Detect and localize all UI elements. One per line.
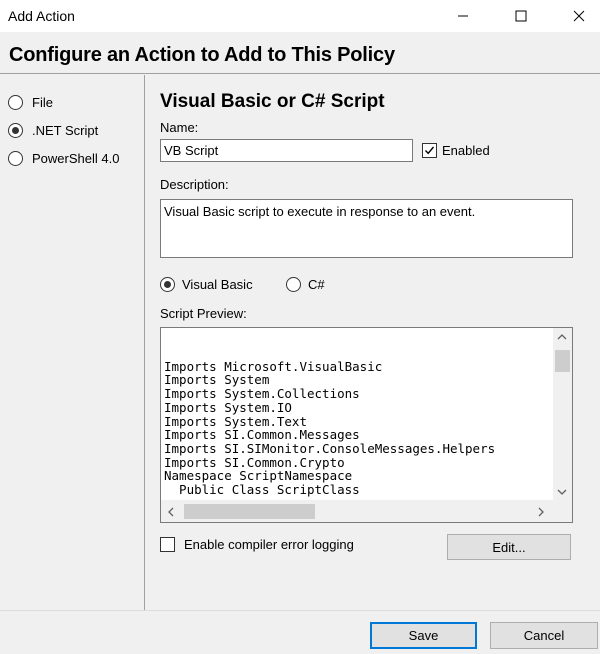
code-line: Public Class ScriptClass: [164, 482, 360, 497]
enabled-label: Enabled: [442, 143, 490, 158]
action-type-list: File .NET Script PowerShell 4.0: [0, 75, 145, 610]
dialog-header: Configure an Action to Add to This Polic…: [0, 32, 600, 74]
scrollbar-corner: [553, 500, 572, 522]
compiler-logging-toggle[interactable]: Enable compiler error logging: [160, 537, 354, 552]
section-title: Visual Basic or C# Script: [160, 91, 385, 112]
action-type-powershell[interactable]: PowerShell 4.0: [8, 151, 119, 166]
vertical-scrollbar[interactable]: [553, 328, 572, 500]
minimize-icon: [458, 15, 468, 17]
compiler-logging-label: Enable compiler error logging: [184, 537, 354, 552]
script-preview-label: Script Preview:: [160, 306, 247, 321]
enabled-checkbox[interactable]: [422, 143, 437, 158]
close-icon: [573, 10, 585, 22]
code-line: Imports SI.Common.Crypto: [164, 454, 345, 470]
language-label: Visual Basic: [182, 277, 253, 292]
language-visual-basic[interactable]: Visual Basic: [160, 277, 253, 292]
action-form: Visual Basic or C# Script Name: Enabled …: [146, 75, 600, 610]
code-line: Imports SI.SIMonitor.ConsoleMessages.Hel…: [164, 440, 496, 456]
checkmark-icon: [424, 146, 435, 155]
radio-file[interactable]: [8, 95, 23, 110]
code-line: Imports Microsoft.VisualBasic: [164, 358, 383, 374]
action-type-label: PowerShell 4.0: [32, 151, 120, 166]
close-button[interactable]: [556, 0, 600, 32]
script-preview[interactable]: Imports Microsoft.VisualBasic Imports Sys…: [160, 327, 573, 523]
scroll-down-icon[interactable]: [557, 485, 567, 499]
name-input[interactable]: [160, 139, 413, 162]
language-csharp[interactable]: C#: [286, 277, 325, 292]
title-bar: Add Action: [0, 0, 600, 32]
radio-net-script[interactable]: [8, 123, 23, 138]
cancel-button[interactable]: Cancel: [490, 622, 598, 649]
scroll-right-icon[interactable]: [537, 506, 545, 520]
code-line: Imports System.Collections: [164, 386, 360, 402]
radio-csharp[interactable]: [286, 277, 301, 292]
language-label: C#: [308, 277, 325, 292]
code-line: Imports System: [164, 372, 270, 388]
action-type-net-script[interactable]: .NET Script: [8, 123, 98, 138]
radio-powershell[interactable]: [8, 151, 23, 166]
save-button[interactable]: Save: [370, 622, 477, 649]
action-type-file[interactable]: File: [8, 95, 53, 110]
dialog-heading: Configure an Action to Add to This Polic…: [9, 44, 395, 66]
edit-button[interactable]: Edit...: [447, 534, 571, 560]
compiler-logging-checkbox[interactable]: [160, 537, 175, 552]
code-line: Namespace ScriptNamespace: [164, 468, 353, 484]
name-label: Name:: [160, 120, 199, 135]
code-line: Imports System.IO: [164, 399, 292, 415]
code-line: Imports SI.Common.Messages: [164, 427, 360, 443]
maximize-icon: [515, 10, 527, 22]
dialog-footer: Save Cancel: [0, 610, 600, 654]
description-label: Description:: [160, 177, 229, 192]
radio-visual-basic[interactable]: [160, 277, 175, 292]
code-line: Imports System.Text: [164, 413, 307, 429]
description-input[interactable]: Visual Basic script to execute in respon…: [160, 199, 573, 258]
action-type-label: .NET Script: [32, 123, 99, 138]
horizontal-scrollbar[interactable]: [161, 500, 553, 522]
window-title: Add Action: [8, 8, 75, 24]
enabled-toggle[interactable]: Enabled: [422, 143, 490, 158]
minimize-button[interactable]: [440, 0, 486, 32]
script-code: Imports Microsoft.VisualBasic Imports Sys…: [164, 346, 551, 497]
horizontal-scroll-thumb[interactable]: [184, 504, 315, 519]
maximize-button[interactable]: [498, 0, 544, 32]
vertical-scroll-thumb[interactable]: [555, 350, 570, 372]
scroll-up-icon[interactable]: [557, 330, 567, 344]
scroll-left-icon[interactable]: [167, 506, 175, 520]
action-type-label: File: [32, 95, 53, 110]
